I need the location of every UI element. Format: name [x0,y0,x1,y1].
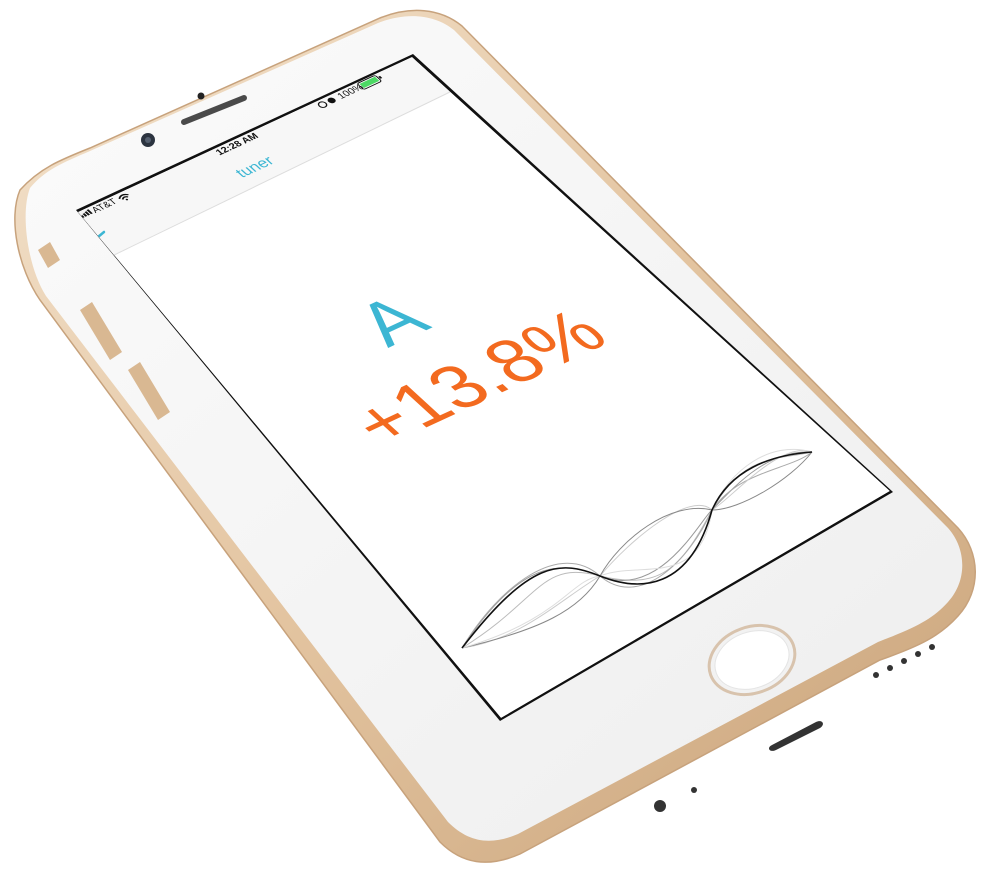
phone-illustration: AT&T 12:28 AM 100% tuner A +13.8% [14,9,976,863]
proximity-sensor [197,92,205,100]
lightning-port [769,721,823,751]
device-mockup: AT&T 12:28 AM 100% tuner A +13.8% [0,0,1000,886]
headphone-jack-icon [654,800,666,812]
camera-lens [145,137,151,143]
microphone-hole [691,787,697,793]
